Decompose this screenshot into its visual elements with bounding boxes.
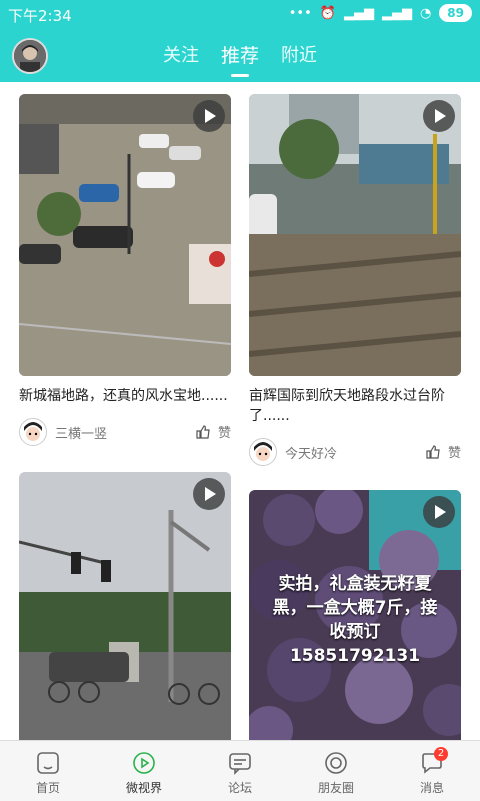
- signal-icon: ▂▄▆: [343, 5, 374, 21]
- like-button[interactable]: 赞: [426, 442, 461, 461]
- thumbs-up-icon: [426, 445, 440, 459]
- play-icon[interactable]: [423, 100, 455, 132]
- like-button[interactable]: 赞: [196, 422, 231, 441]
- tab-recommend[interactable]: 推荐: [221, 30, 259, 82]
- video-feed[interactable]: 新城福地路，还真的风水宝地...... 三横一竖 赞 亩辉国际到欣天地路段水过台…: [0, 82, 480, 740]
- nav-home[interactable]: 首页: [0, 741, 96, 801]
- play-icon[interactable]: [193, 100, 225, 132]
- like-label: 赞: [447, 446, 461, 461]
- video-thumbnail[interactable]: [249, 94, 461, 376]
- top-header: 关注 推荐 附近: [0, 30, 480, 82]
- status-icons: ••• ⏰ ▂▄▆ ▂▄▆ ◔ 89: [289, 4, 472, 22]
- nav-messages[interactable]: 2 消息: [384, 741, 480, 801]
- status-bar: 下午2:34 ••• ⏰ ▂▄▆ ▂▄▆ ◔ 89: [0, 0, 480, 30]
- cartoon-face-icon: [250, 439, 276, 465]
- thumbs-up-icon: [196, 425, 210, 439]
- nav-label: 朋友圈: [317, 781, 354, 795]
- status-time: 下午2:34: [8, 7, 72, 25]
- video-thumbnail[interactable]: 实拍，礼盒装无籽夏黑，一盒大概7斤，接收预订 15851792131: [249, 490, 461, 740]
- video-caption[interactable]: 亩辉国际到欣天地路段水过台阶了......: [249, 386, 461, 426]
- bottom-nav: 首页 微视界 论坛 朋友圈 2 消息: [0, 740, 480, 801]
- video-thumbnail[interactable]: [19, 94, 231, 376]
- message-icon: 2: [420, 747, 448, 775]
- play-icon[interactable]: [423, 496, 455, 528]
- wifi-icon: ◔: [419, 5, 432, 21]
- flooded-road-image: [19, 94, 231, 376]
- card-meta: 今天好冷 赞: [249, 438, 461, 468]
- tab-nearby[interactable]: 附近: [281, 30, 317, 82]
- moments-icon: [324, 751, 348, 775]
- nav-microview[interactable]: 微视界: [96, 741, 192, 801]
- video-thumbnail[interactable]: [19, 472, 231, 740]
- nav-label: 微视界: [125, 781, 162, 795]
- nav-label: 论坛: [227, 781, 252, 795]
- home-icon: [36, 751, 60, 775]
- author-name[interactable]: 三横一竖: [55, 423, 107, 442]
- nav-label: 消息: [419, 781, 444, 795]
- nav-forum[interactable]: 论坛: [192, 741, 288, 801]
- like-label: 赞: [217, 426, 231, 441]
- author-name[interactable]: 今天好冷: [285, 443, 337, 462]
- play-circle-icon: [132, 751, 156, 775]
- nav-moments[interactable]: 朋友圈: [288, 741, 384, 801]
- tab-follow[interactable]: 关注: [163, 30, 199, 82]
- signal-icon-2: ▂▄▆: [381, 5, 412, 21]
- card-meta: 三横一竖 赞: [19, 418, 231, 448]
- cartoon-face-icon: [20, 419, 46, 445]
- dots-icon: •••: [288, 5, 312, 21]
- battery-indicator: 89: [439, 4, 472, 22]
- unread-badge: 2: [434, 747, 448, 761]
- traffic-light-image: [19, 472, 231, 740]
- author-avatar[interactable]: [249, 438, 277, 466]
- play-icon[interactable]: [193, 478, 225, 510]
- grape-ad-overlay: 实拍，礼盒装无籽夏黑，一盒大概7斤，接收预订 15851792131: [272, 574, 438, 666]
- forum-icon: [228, 751, 252, 775]
- alarm-icon: ⏰: [319, 5, 336, 21]
- author-avatar[interactable]: [19, 418, 47, 446]
- rainy-street-image: [249, 94, 461, 376]
- video-caption[interactable]: 新城福地路，还真的风水宝地......: [19, 386, 231, 406]
- nav-label: 首页: [35, 781, 60, 795]
- feed-tabs: 关注 推荐 附近: [0, 30, 480, 82]
